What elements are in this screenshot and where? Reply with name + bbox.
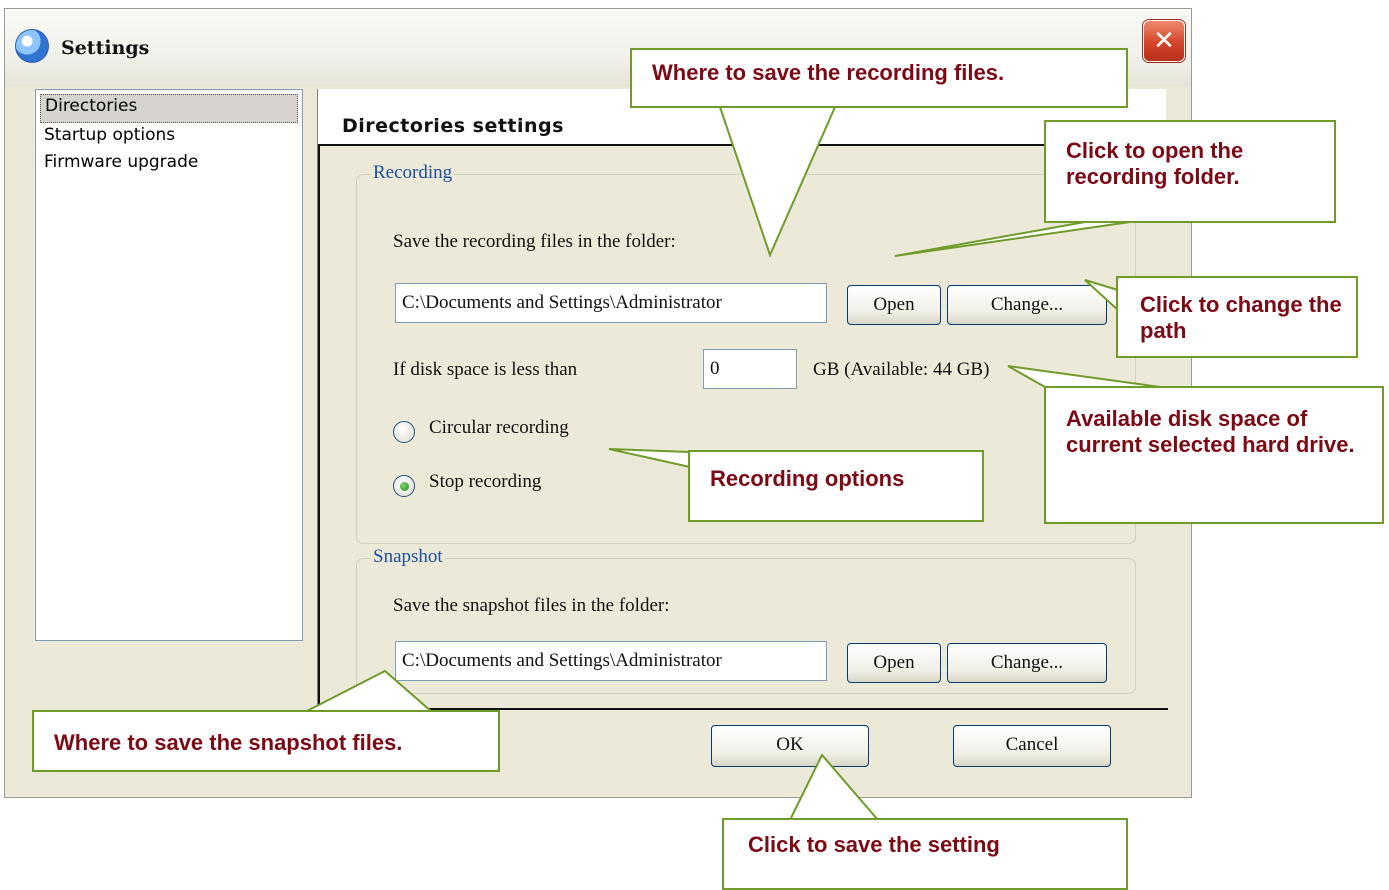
- callout-change-path: Click to change the path: [1116, 276, 1358, 358]
- disk-space-label: If disk space is less than: [393, 359, 578, 380]
- stop-recording-radio[interactable]: [393, 475, 415, 497]
- circular-recording-label[interactable]: Circular recording: [429, 417, 569, 439]
- ok-button[interactable]: OK: [711, 725, 869, 767]
- main-panel: Directories settings Recording Save the …: [317, 89, 1168, 710]
- callout-recording-path: Where to save the recording files.: [630, 48, 1128, 108]
- callout-open-folder: Click to open the recording folder.: [1044, 120, 1336, 223]
- cancel-button[interactable]: Cancel: [953, 725, 1111, 767]
- callout-save-setting: Click to save the setting: [722, 818, 1128, 890]
- nav-item-startup-options[interactable]: Startup options: [40, 123, 298, 150]
- nav-item-firmware-upgrade[interactable]: Firmware upgrade: [40, 150, 298, 177]
- recording-change-button[interactable]: Change...: [947, 285, 1107, 325]
- recording-group-label: Recording: [371, 162, 455, 184]
- radio-selected-dot: [400, 482, 409, 491]
- recording-open-button[interactable]: Open: [847, 285, 941, 325]
- settings-nav-list: Directories Startup options Firmware upg…: [35, 89, 303, 641]
- available-space-text: GB (Available: 44 GB): [813, 359, 990, 380]
- snapshot-group-label: Snapshot: [371, 546, 445, 568]
- window-title: Settings: [61, 37, 150, 59]
- app-icon: [15, 29, 49, 63]
- directories-content: Recording Save the recording files in th…: [318, 144, 1168, 710]
- disk-space-input[interactable]: 0: [703, 349, 797, 389]
- circular-recording-radio[interactable]: [393, 421, 415, 443]
- snapshot-group: Snapshot Save the snapshot files in the …: [356, 546, 1136, 694]
- recording-path-field[interactable]: C:\Documents and Settings\Administrator: [395, 283, 827, 323]
- callout-available-space: Available disk space of current selected…: [1044, 386, 1384, 524]
- callout-recording-options: Recording options: [688, 450, 984, 522]
- recording-folder-prompt: Save the recording files in the folder:: [393, 231, 676, 252]
- stop-recording-label[interactable]: Stop recording: [429, 471, 541, 493]
- settings-window: Settings ✕ Directories Startup options F…: [4, 8, 1192, 798]
- snapshot-open-button[interactable]: Open: [847, 643, 941, 683]
- snapshot-path-field[interactable]: C:\Documents and Settings\Administrator: [395, 641, 827, 681]
- snapshot-change-button[interactable]: Change...: [947, 643, 1107, 683]
- close-icon[interactable]: ✕: [1143, 20, 1185, 62]
- snapshot-folder-prompt: Save the snapshot files in the folder:: [393, 595, 670, 616]
- nav-item-directories[interactable]: Directories: [40, 94, 298, 123]
- callout-snapshot-path: Where to save the snapshot files.: [32, 710, 500, 772]
- page-title: Directories settings: [342, 115, 564, 137]
